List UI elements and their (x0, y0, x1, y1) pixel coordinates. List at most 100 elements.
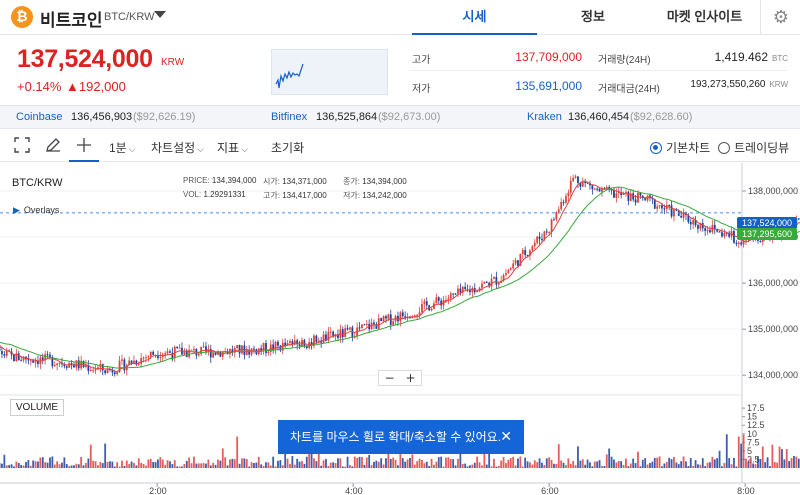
tab-info[interactable]: 정보 (537, 0, 649, 35)
volume-bar (152, 462, 155, 468)
candle (58, 362, 61, 364)
volume-bar (154, 462, 157, 468)
close-icon[interactable]: ✕ (500, 420, 512, 454)
volume-bar (557, 444, 560, 468)
crosshair-icon[interactable] (69, 137, 99, 162)
indicators-dropdown[interactable]: 지표 ⌵ (217, 139, 248, 156)
candle (704, 228, 707, 231)
volume-bar (706, 462, 709, 468)
volume-toggle-button[interactable]: VOLUME (10, 399, 64, 416)
candle (740, 242, 743, 245)
pencil-icon[interactable] (43, 137, 63, 157)
candle (411, 317, 414, 319)
volume-bar (713, 459, 716, 468)
candle (560, 201, 563, 210)
volume-bar (145, 465, 147, 468)
candle (349, 327, 351, 330)
low-value: 135,691,000 (515, 79, 582, 93)
tradingview-radio[interactable]: 트레이딩뷰 (718, 139, 789, 156)
volume-bar (169, 461, 171, 468)
candle (322, 334, 325, 343)
candle (692, 220, 695, 225)
volume-bar (392, 457, 395, 468)
volume-bar (550, 460, 553, 468)
candle (670, 205, 673, 217)
volume-bar (445, 457, 447, 468)
volume-bar (94, 461, 97, 468)
exchange-name[interactable]: Coinbase (16, 111, 62, 123)
overlays-toggle[interactable]: ▶ Overlays (13, 205, 59, 216)
volume-bar (22, 465, 25, 468)
candle (565, 195, 567, 203)
candle (435, 297, 438, 304)
volume-bar (689, 458, 692, 468)
volume-bar (15, 461, 18, 468)
candle (531, 246, 534, 251)
zoom-out-button[interactable]: − (379, 371, 400, 385)
volume-bar (291, 456, 294, 468)
bitcoin-logo-icon: ₿ (11, 6, 33, 28)
volume-bar (668, 457, 671, 468)
gear-icon[interactable]: ⚙ (770, 7, 792, 29)
volume-bar (416, 461, 419, 468)
coin-name[interactable]: 비트코인 (40, 6, 103, 31)
volume-bar (651, 461, 654, 468)
volume-bar (411, 454, 414, 468)
candle (289, 341, 291, 343)
candle (346, 328, 349, 330)
candle (164, 353, 167, 355)
zoom-in-button[interactable]: + (400, 371, 421, 385)
volume-bar (305, 456, 308, 468)
volume-bar (737, 436, 740, 468)
candle (464, 286, 467, 290)
volume-bar (75, 463, 78, 468)
volume-bar (632, 458, 635, 468)
tab-market-price[interactable]: 시세 (412, 0, 537, 35)
candle (493, 277, 495, 279)
candle (797, 218, 800, 220)
candle (296, 340, 299, 345)
exchange-prices: Coinbase 136,456,903 ($92,626.19) Bitfin… (0, 105, 800, 129)
low-label: 저가 (412, 84, 431, 95)
coin-pair[interactable]: BTC/KRW (104, 11, 155, 23)
candle (713, 225, 716, 229)
candle (639, 192, 642, 196)
chevron-down-icon: ⌵ (241, 145, 248, 155)
candle (77, 360, 80, 369)
volume-bar (709, 462, 711, 468)
candle (509, 268, 512, 271)
candle (308, 342, 311, 349)
candle (689, 222, 692, 225)
exchange-name[interactable]: Bitfinex (271, 111, 307, 123)
candle (32, 360, 35, 363)
ohlc-price: PRICE: 134,394,000 (183, 176, 257, 185)
chevron-down-icon[interactable] (154, 10, 166, 22)
exchange-name[interactable]: Kraken (527, 111, 562, 123)
price-chart[interactable]: 138,000,000137,000,000136,000,000135,000… (0, 163, 800, 495)
volume-bar (661, 466, 663, 468)
basic-chart-radio[interactable]: 기본차트 (650, 139, 710, 156)
interval-dropdown[interactable]: 1분 ⌵ (109, 139, 136, 156)
divider (760, 0, 761, 35)
ohlc-volume: VOL: 1.29291331 (183, 190, 246, 199)
fullscreen-icon[interactable] (12, 137, 32, 157)
reset-button[interactable]: 초기화 (271, 139, 304, 156)
volume-bar (562, 462, 565, 468)
volume-bar (653, 458, 656, 468)
candle (485, 281, 488, 283)
volume-bar (293, 464, 296, 468)
current-price: 137,524,000 (17, 45, 153, 73)
volume-bar (37, 461, 39, 468)
volume-bar (747, 461, 750, 468)
candle (159, 357, 162, 359)
volume-bar (197, 463, 200, 468)
volume-bar (553, 463, 555, 468)
candle (315, 335, 318, 342)
candle (56, 363, 59, 366)
candle (267, 351, 270, 353)
chart-settings-dropdown[interactable]: 차트설정 ⌵ (151, 139, 204, 156)
volume-bar (39, 457, 42, 468)
tab-market-insight[interactable]: 마켓 인사이트 (649, 0, 760, 35)
volume-bar (565, 465, 567, 468)
volume-bar (382, 464, 385, 468)
